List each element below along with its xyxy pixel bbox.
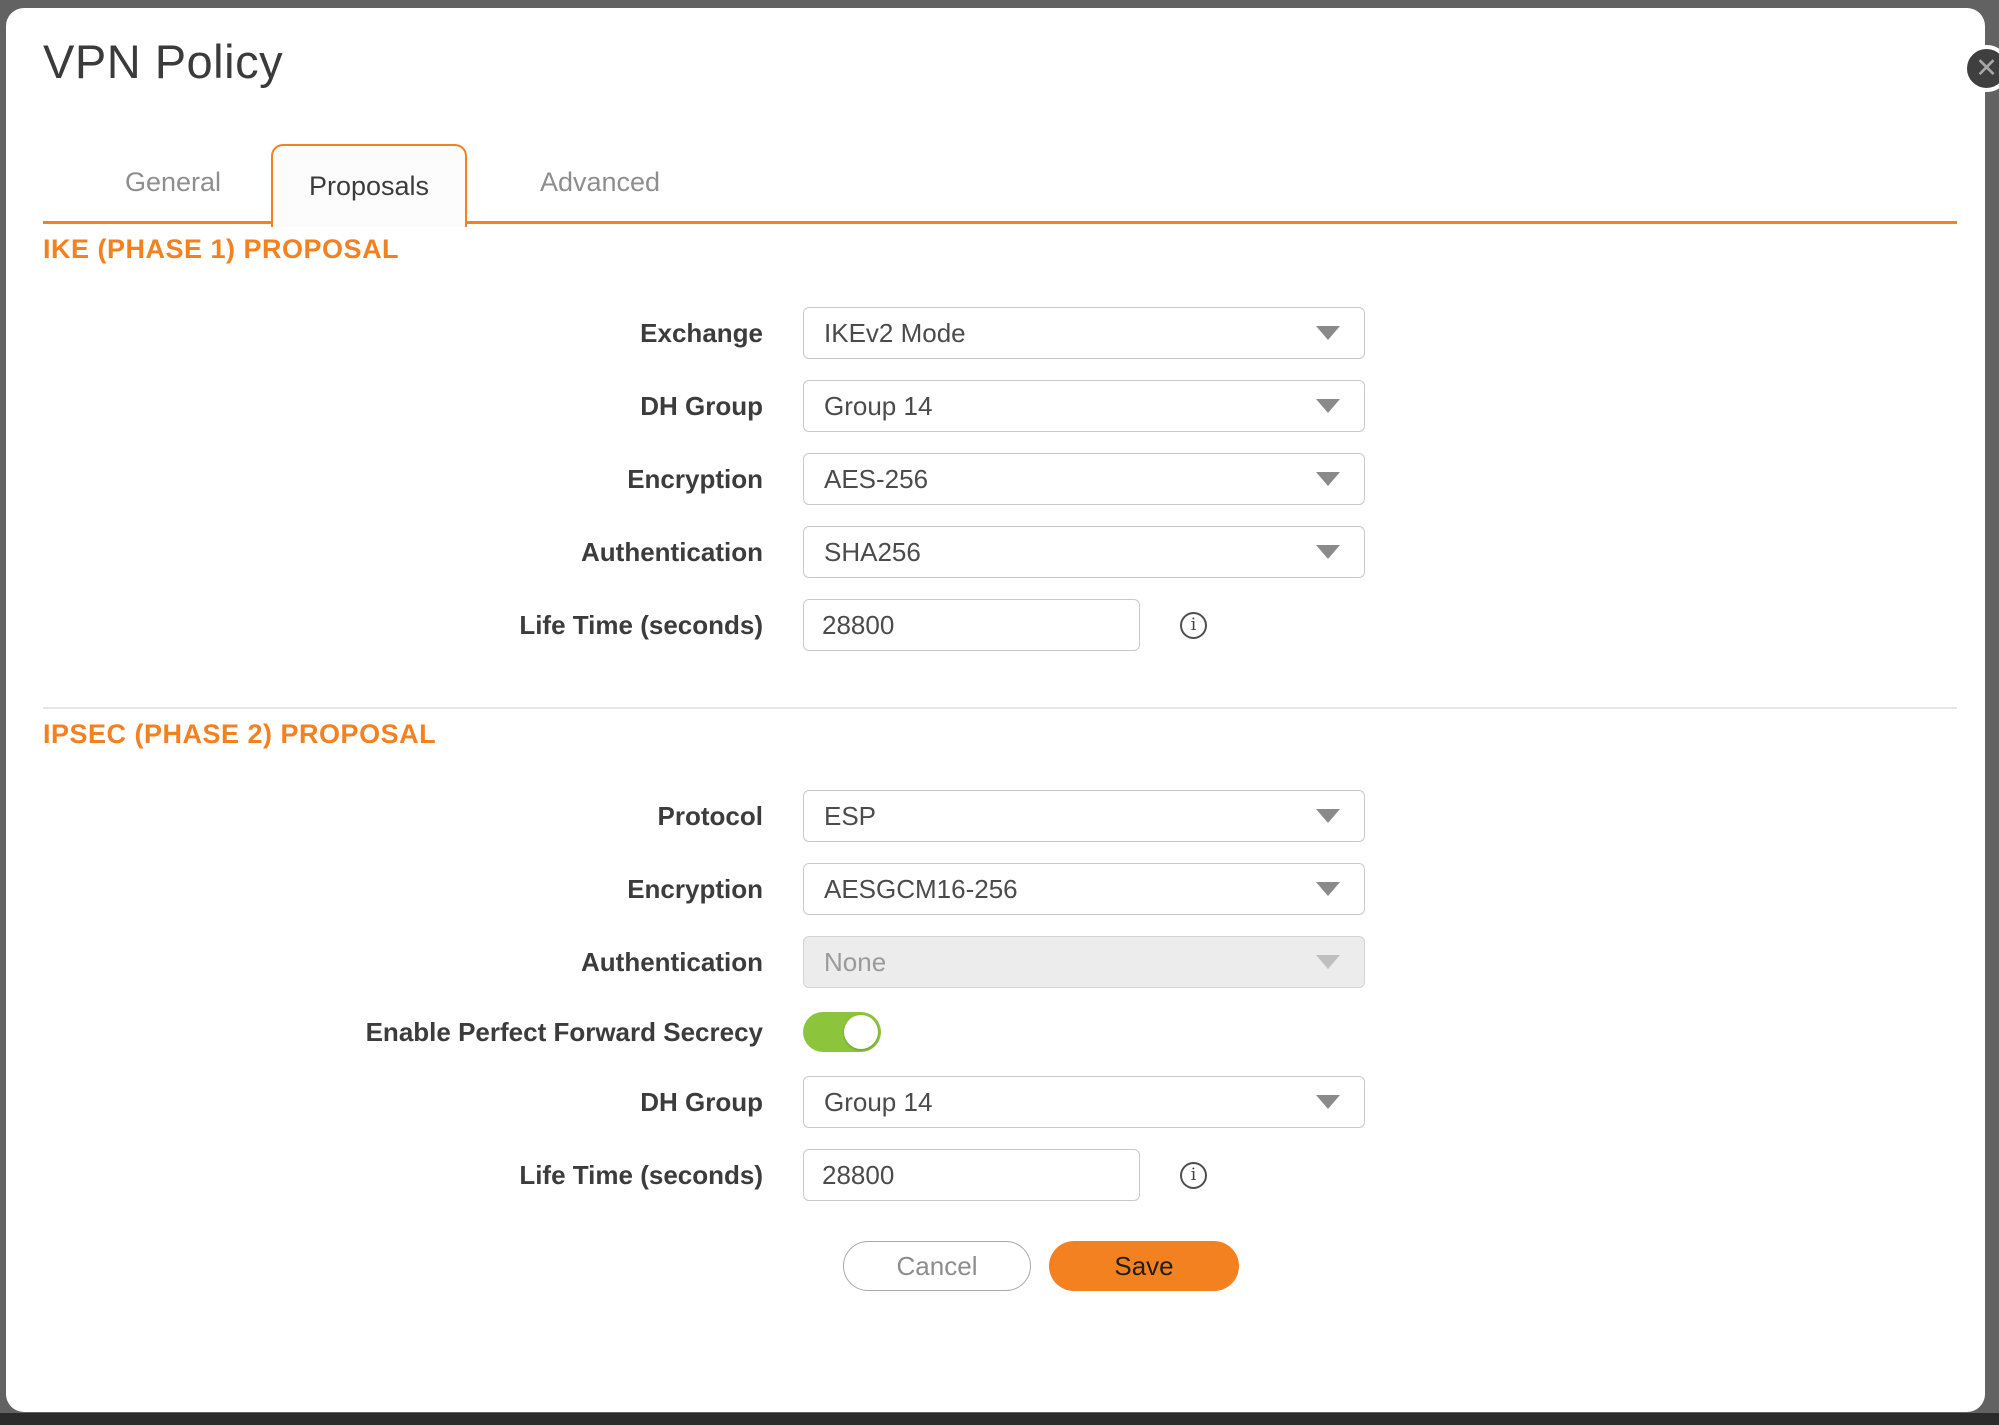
ipsec-lifetime-input[interactable] xyxy=(803,1149,1140,1201)
ipsec-lifetime-row: Life Time (seconds) i xyxy=(43,1149,1957,1201)
ike-encryption-selected-value: AES-256 xyxy=(824,464,1316,495)
ike-lifetime-input[interactable] xyxy=(803,599,1140,651)
section-divider xyxy=(43,707,1957,709)
ike-dh-group-row: DH Group Group 14 xyxy=(43,380,1957,432)
dialog-footer: Cancel Save xyxy=(843,1241,1957,1291)
ike-section-heading: IKE (PHASE 1) PROPOSAL xyxy=(43,236,1957,263)
ike-lifetime-row: Life Time (seconds) i xyxy=(43,599,1957,651)
protocol-selected-value: ESP xyxy=(824,801,1316,832)
close-icon: ✕ xyxy=(1975,55,1998,82)
info-icon[interactable]: i xyxy=(1180,612,1207,639)
ipsec-encryption-row: Encryption AESGCM16-256 xyxy=(43,863,1957,915)
save-button[interactable]: Save xyxy=(1049,1241,1239,1291)
ipsec-authentication-select: None xyxy=(803,936,1365,988)
info-icon[interactable]: i xyxy=(1180,1162,1207,1189)
ike-dh-group-selected-value: Group 14 xyxy=(824,391,1316,422)
protocol-label: Protocol xyxy=(43,801,803,832)
tab-general[interactable]: General xyxy=(75,144,271,221)
toggle-knob xyxy=(844,1015,878,1049)
protocol-row: Protocol ESP xyxy=(43,790,1957,842)
ike-authentication-label: Authentication xyxy=(43,537,803,568)
info-icon-glyph: i xyxy=(1191,1167,1196,1184)
pfs-label: Enable Perfect Forward Secrecy xyxy=(43,1017,803,1048)
info-icon-glyph: i xyxy=(1191,617,1196,634)
vpn-policy-dialog: ✕ VPN Policy General Proposals Advanced … xyxy=(6,8,1985,1412)
ipsec-dh-group-selected-value: Group 14 xyxy=(824,1087,1316,1118)
ipsec-authentication-label: Authentication xyxy=(43,947,803,978)
ipsec-dh-group-select[interactable]: Group 14 xyxy=(803,1076,1365,1128)
chevron-down-icon xyxy=(1316,545,1340,559)
chevron-down-icon xyxy=(1316,399,1340,413)
chevron-down-icon xyxy=(1316,809,1340,823)
exchange-select[interactable]: IKEv2 Mode xyxy=(803,307,1365,359)
chevron-down-icon xyxy=(1316,882,1340,896)
ike-dh-group-select[interactable]: Group 14 xyxy=(803,380,1365,432)
chevron-down-icon xyxy=(1316,326,1340,340)
tab-advanced[interactable]: Advanced xyxy=(467,144,733,221)
ipsec-form: Protocol ESP Encryption AESGCM16-256 Aut… xyxy=(43,790,1957,1201)
ipsec-encryption-selected-value: AESGCM16-256 xyxy=(824,874,1316,905)
ike-authentication-selected-value: SHA256 xyxy=(824,537,1316,568)
chevron-down-icon xyxy=(1316,1095,1340,1109)
ipsec-authentication-row: Authentication None xyxy=(43,936,1957,988)
ike-encryption-label: Encryption xyxy=(43,464,803,495)
ike-form: Exchange IKEv2 Mode DH Group Group 14 En… xyxy=(43,307,1957,651)
exchange-selected-value: IKEv2 Mode xyxy=(824,318,1316,349)
ike-dh-group-label: DH Group xyxy=(43,391,803,422)
ike-authentication-row: Authentication SHA256 xyxy=(43,526,1957,578)
exchange-label: Exchange xyxy=(43,318,803,349)
pfs-row: Enable Perfect Forward Secrecy xyxy=(43,1009,1957,1055)
ipsec-authentication-selected-value: None xyxy=(824,947,1316,978)
ike-encryption-row: Encryption AES-256 xyxy=(43,453,1957,505)
ike-encryption-select[interactable]: AES-256 xyxy=(803,453,1365,505)
cancel-button[interactable]: Cancel xyxy=(843,1241,1031,1291)
ike-authentication-select[interactable]: SHA256 xyxy=(803,526,1365,578)
backdrop-bottom-strip xyxy=(0,1413,1999,1425)
ipsec-dh-group-label: DH Group xyxy=(43,1087,803,1118)
protocol-select[interactable]: ESP xyxy=(803,790,1365,842)
tab-bar: General Proposals Advanced xyxy=(43,144,1957,224)
ipsec-encryption-label: Encryption xyxy=(43,874,803,905)
chevron-down-icon xyxy=(1316,472,1340,486)
dialog-content: IKE (PHASE 1) PROPOSAL Exchange IKEv2 Mo… xyxy=(6,236,1985,1291)
pfs-toggle[interactable] xyxy=(803,1012,881,1052)
ike-lifetime-label: Life Time (seconds) xyxy=(43,610,803,641)
ipsec-dh-group-row: DH Group Group 14 xyxy=(43,1076,1957,1128)
ipsec-section-heading: IPSEC (PHASE 2) PROPOSAL xyxy=(43,721,1957,748)
ipsec-encryption-select[interactable]: AESGCM16-256 xyxy=(803,863,1365,915)
dialog-title: VPN Policy xyxy=(43,34,1985,89)
ipsec-lifetime-label: Life Time (seconds) xyxy=(43,1160,803,1191)
tab-proposals[interactable]: Proposals xyxy=(271,144,467,227)
chevron-down-icon xyxy=(1316,955,1340,969)
exchange-row: Exchange IKEv2 Mode xyxy=(43,307,1957,359)
